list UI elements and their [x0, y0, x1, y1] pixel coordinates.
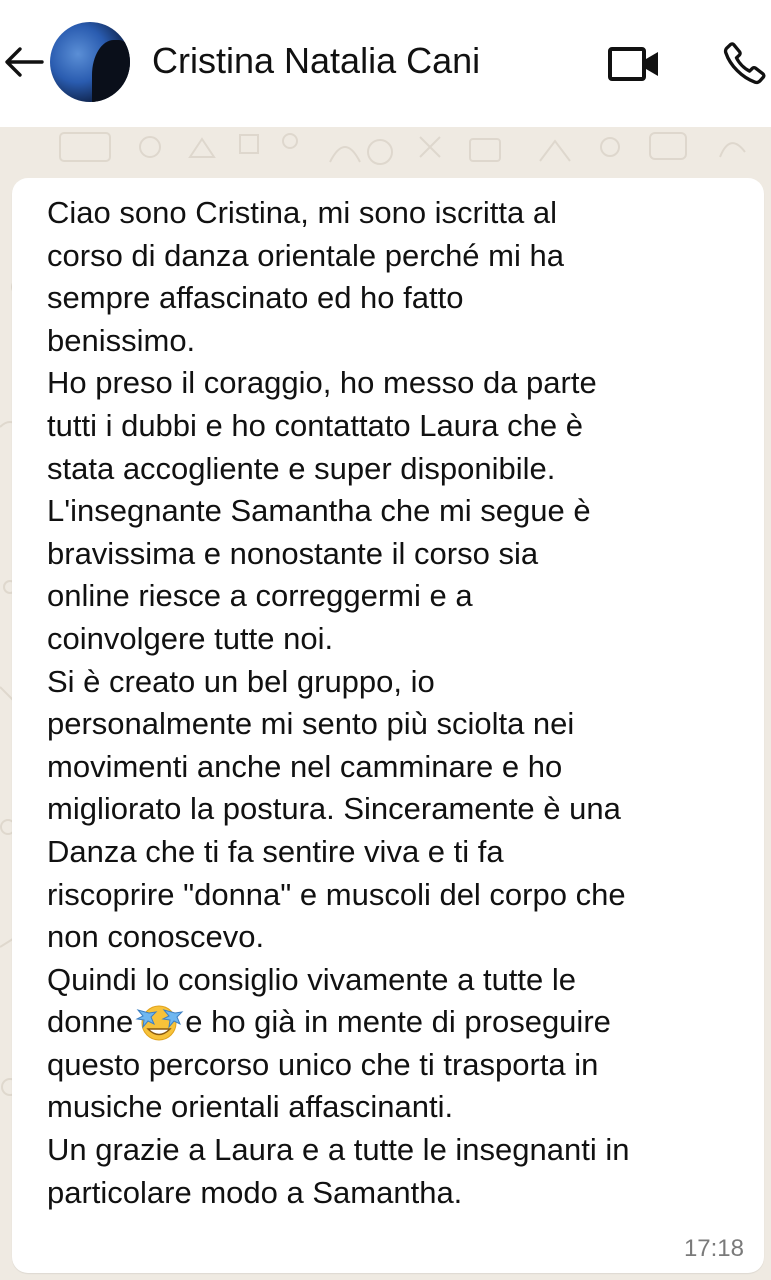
message-bubble[interactable]: Ciao sono Cristina, mi sono iscritta al …: [12, 178, 764, 1273]
video-call-icon[interactable]: [606, 44, 662, 84]
message-text-part1: Ciao sono Cristina, mi sono iscritta al …: [47, 195, 626, 1040]
star-struck-emoji-icon: [134, 1002, 184, 1042]
contact-name[interactable]: Cristina Natalia Cani: [152, 40, 480, 82]
contact-avatar[interactable]: [50, 22, 130, 102]
message-text: Ciao sono Cristina, mi sono iscritta al …: [47, 192, 757, 1214]
avatar-silhouette: [92, 40, 130, 102]
message-time: 17:18: [683, 1235, 744, 1262]
chat-header: Cristina Natalia Cani: [0, 0, 771, 127]
arrow-left-icon[interactable]: [2, 40, 46, 84]
phone-call-icon[interactable]: [720, 38, 770, 88]
